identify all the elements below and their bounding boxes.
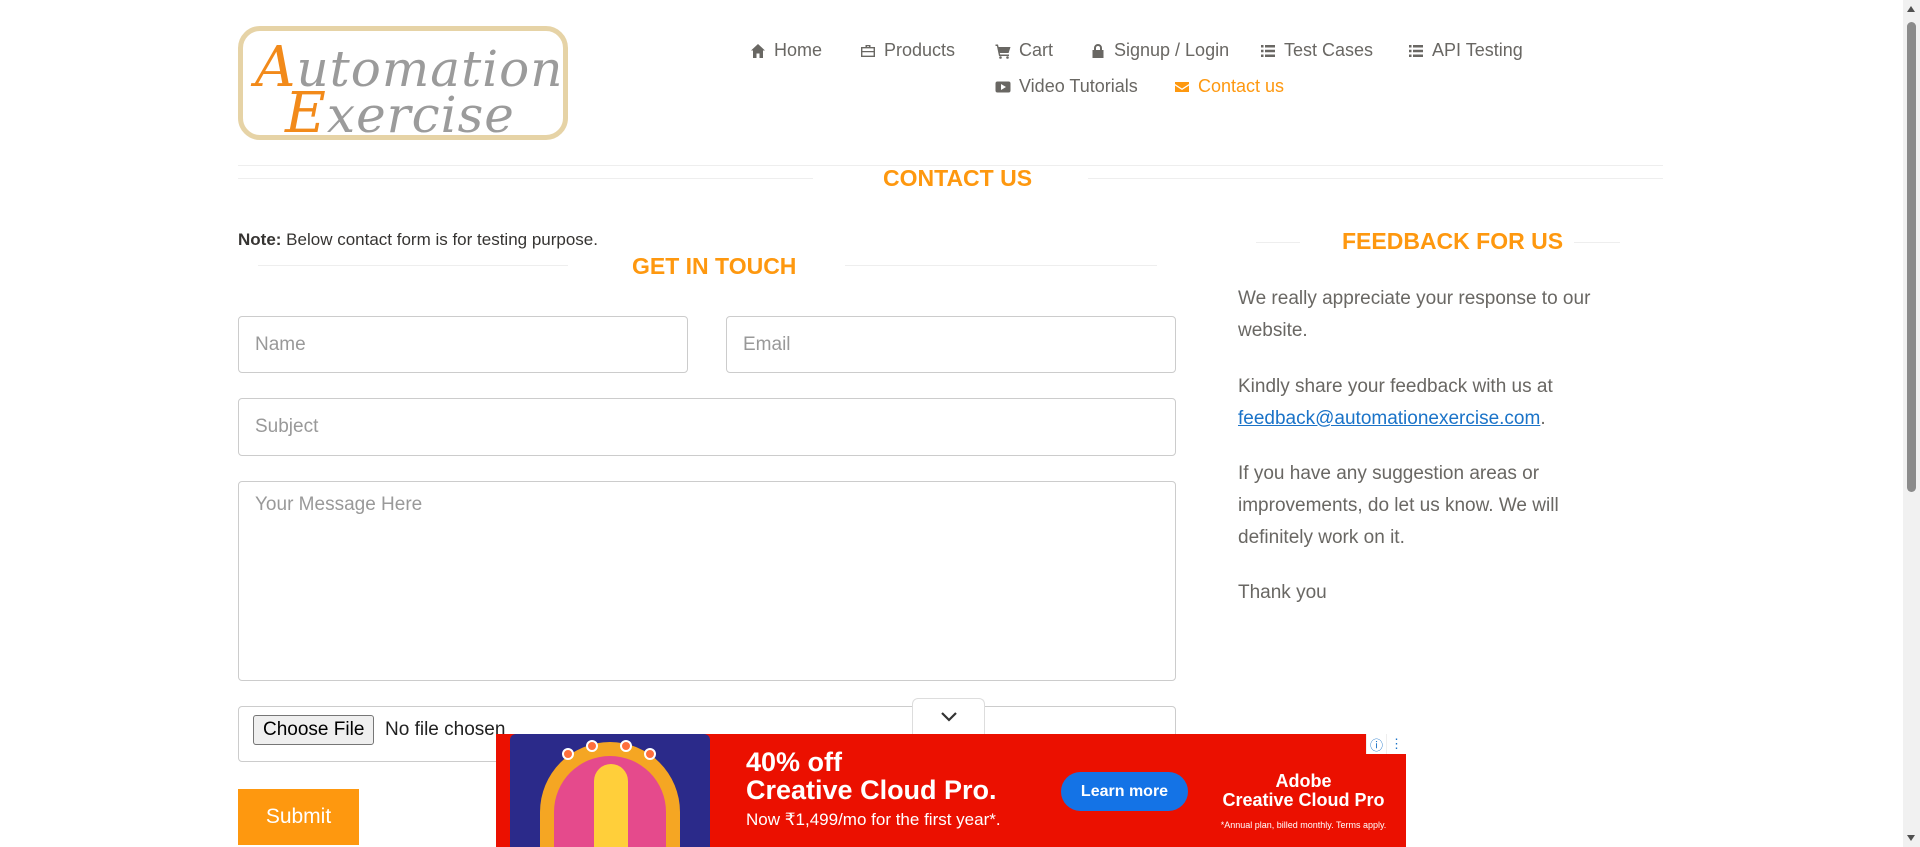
scroll-up-icon[interactable]: [1907, 6, 1915, 12]
file-status: No file chosen: [385, 719, 506, 740]
ad-collapse-button[interactable]: [912, 698, 985, 734]
divider: [238, 178, 813, 179]
divider: [258, 265, 568, 266]
email-input[interactable]: [726, 316, 1176, 373]
choose-file-button[interactable]: Choose File: [253, 715, 375, 745]
home-icon: [751, 43, 765, 58]
feedback-email-link[interactable]: feedback@automationexercise.com: [1238, 408, 1540, 429]
ad-controls: ⓘ ⋮: [1366, 734, 1406, 754]
page-title: CONTACT US: [883, 165, 1033, 191]
name-input[interactable]: [238, 316, 688, 373]
nav-test-cases[interactable]: Test Cases: [1260, 40, 1373, 61]
ad-info-icon[interactable]: ⓘ: [1366, 734, 1386, 754]
divider: [1574, 242, 1620, 243]
form-note: Note: Below contact form is for testing …: [238, 230, 598, 249]
nav-products[interactable]: Products: [860, 40, 955, 61]
ad-learn-more-button[interactable]: Learn more: [1061, 772, 1188, 811]
feedback-paragraph-2: Kindly share your feedback with us at fe…: [1238, 376, 1553, 429]
nav-contact-us[interactable]: Contact us: [1174, 76, 1284, 97]
youtube-play-icon: [995, 81, 1011, 92]
nav-video-tutorials[interactable]: Video Tutorials: [995, 76, 1138, 97]
feedback-title: FEEDBACK FOR US: [1342, 228, 1564, 254]
briefcase-icon: [861, 44, 875, 57]
feedback-paragraph-3: If you have any suggestion areas or impr…: [1238, 463, 1559, 548]
get-in-touch-title: GET IN TOUCH: [632, 253, 797, 279]
ad-headline: 40% off Creative Cloud Pro.: [746, 747, 997, 805]
main-nav: Home Products Cart Signup / Login Test C…: [0, 36, 1920, 116]
cart-icon: [995, 44, 1011, 59]
nav-api-testing[interactable]: API Testing: [1408, 40, 1523, 61]
ad-brand: Adobe Creative Cloud Pro: [1222, 771, 1385, 810]
divider: [845, 265, 1157, 266]
feedback-paragraph-4: Thank you: [1238, 582, 1327, 603]
chevron-down-icon: [940, 711, 957, 722]
divider: [1256, 242, 1300, 243]
nav-cart[interactable]: Cart: [995, 40, 1053, 61]
scroll-thumb[interactable]: [1907, 22, 1916, 492]
message-textarea[interactable]: [238, 481, 1176, 681]
ad-banner[interactable]: 40% off Creative Cloud Pro. Now ₹1,499/mo…: [496, 734, 1406, 847]
submit-button[interactable]: Submit: [238, 789, 359, 845]
divider: [1088, 178, 1663, 179]
list-icon: [1261, 44, 1275, 57]
scroll-down-icon[interactable]: [1907, 835, 1915, 841]
subject-input[interactable]: [238, 398, 1176, 456]
nav-home[interactable]: Home: [750, 40, 822, 61]
ad-fine-print: *Annual plan, billed monthly. Terms appl…: [1220, 820, 1387, 830]
ad-illustration: [510, 734, 710, 847]
nav-signup-login[interactable]: Signup / Login: [1090, 40, 1229, 61]
ad-subline: Now ₹1,499/mo for the first year*.: [746, 810, 1001, 829]
list-icon: [1409, 44, 1423, 57]
lock-icon: [1092, 43, 1104, 58]
feedback-paragraph-1: We really appreciate your response to ou…: [1238, 288, 1591, 341]
ad-menu-icon[interactable]: ⋮: [1386, 734, 1406, 754]
page-scrollbar[interactable]: [1903, 0, 1920, 847]
envelope-icon: [1175, 81, 1189, 92]
